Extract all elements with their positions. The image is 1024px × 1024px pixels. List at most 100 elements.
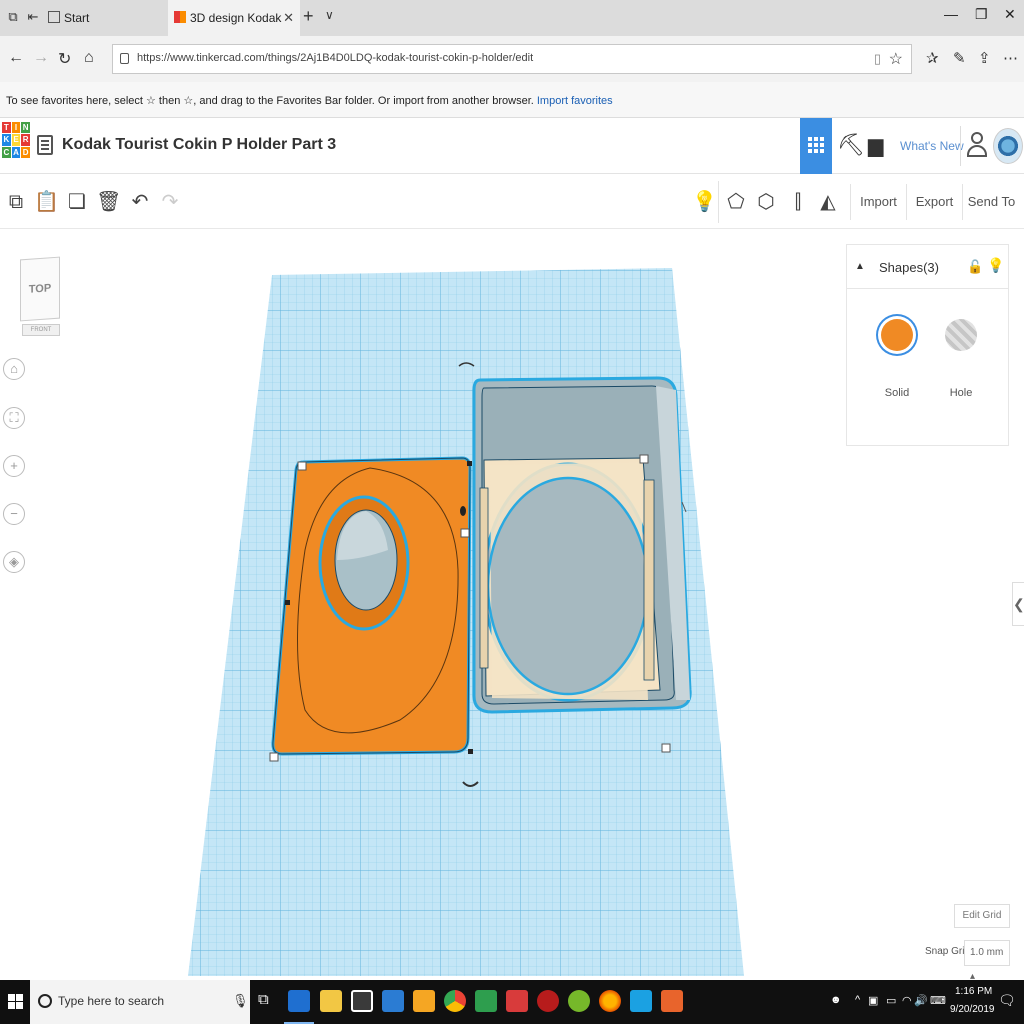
view-cube-front[interactable]: FRONT bbox=[22, 324, 60, 336]
send-to-button[interactable]: Send To bbox=[962, 184, 1020, 220]
delete-icon[interactable]: 🗑 bbox=[96, 188, 121, 216]
edit-grid-button[interactable]: Edit Grid bbox=[954, 904, 1010, 928]
ungroup-icon[interactable]: ⬡ bbox=[754, 188, 778, 216]
gray-box-shape[interactable] bbox=[472, 376, 692, 714]
tinkercad-logo[interactable]: T I N K E R C A D bbox=[2, 122, 30, 170]
perspective-icon[interactable]: ◈ bbox=[3, 551, 25, 573]
address-field[interactable]: https://www.tinkercad.com/things/2Aj1B4D… bbox=[112, 44, 912, 74]
copy-icon[interactable]: ⧉ bbox=[4, 188, 28, 216]
game-app-icon[interactable] bbox=[537, 990, 559, 1012]
resize-handle[interactable] bbox=[639, 454, 649, 464]
midpoint-handle[interactable] bbox=[467, 461, 472, 466]
windows-start-icon[interactable] bbox=[0, 980, 30, 1024]
duplicate-icon[interactable]: ❏ bbox=[65, 188, 89, 216]
more-menu-icon[interactable]: ⋯ bbox=[1003, 49, 1018, 67]
favorite-star-icon[interactable]: ☆ bbox=[889, 49, 903, 69]
midpoint-handle[interactable] bbox=[285, 600, 290, 605]
design-title[interactable]: Kodak Tourist Cokin P Holder Part 3 bbox=[62, 136, 336, 154]
design-menu-icon[interactable] bbox=[37, 135, 53, 155]
home-button[interactable]: ⌂ bbox=[84, 49, 94, 67]
redo-icon[interactable]: ↷ bbox=[158, 188, 182, 216]
favorites-icon[interactable]: ✰ bbox=[926, 49, 939, 67]
resize-handle[interactable] bbox=[661, 743, 671, 753]
restore-button[interactable]: ❐ bbox=[975, 6, 988, 23]
forward-button[interactable]: → bbox=[33, 49, 49, 67]
battery-icon[interactable]: ▭ bbox=[886, 994, 896, 1007]
avatar[interactable] bbox=[993, 128, 1023, 164]
keyboard-icon[interactable]: ⌨ bbox=[930, 994, 946, 1007]
firefox-icon[interactable] bbox=[599, 990, 621, 1012]
resize-handle[interactable] bbox=[269, 752, 279, 762]
tab-tinkercad[interactable]: 3D design Kodak Touris ✕ bbox=[168, 0, 300, 61]
file-explorer-icon[interactable] bbox=[320, 990, 342, 1012]
resize-handle[interactable] bbox=[297, 461, 307, 471]
outlook-icon[interactable] bbox=[382, 990, 404, 1012]
bricks-icon[interactable]: ▆ bbox=[868, 133, 883, 158]
clock-time[interactable]: 1:16 PM bbox=[955, 986, 992, 997]
cortana-icon[interactable] bbox=[38, 994, 52, 1008]
new-tab-button[interactable]: + bbox=[303, 6, 314, 27]
workplane-viewport[interactable]: TOP FRONT ⌂ ⛶ + − ◈ ▲ Shapes(3) 🔓 💡 Soli… bbox=[0, 230, 1024, 982]
set-aside-tabs-icon[interactable]: ⧉ bbox=[4, 8, 22, 26]
notes-pen-icon[interactable]: ✎ bbox=[953, 49, 966, 67]
height-handle[interactable] bbox=[460, 506, 466, 516]
align-icon[interactable]: ⫿ bbox=[786, 188, 810, 216]
chrome-icon[interactable] bbox=[444, 990, 466, 1012]
edge-icon[interactable] bbox=[288, 990, 310, 1012]
visibility-bulb-icon[interactable]: 💡 bbox=[987, 257, 1004, 274]
microphone-icon[interactable]: 🎙 bbox=[232, 993, 249, 1009]
taskbar-search-input[interactable]: Type here to search 🎙 bbox=[30, 980, 250, 1024]
store-icon[interactable] bbox=[351, 990, 373, 1012]
show-hidden-icons-chevron-icon[interactable]: ^ bbox=[855, 994, 860, 1006]
hole-swatch[interactable] bbox=[945, 319, 977, 351]
export-button[interactable]: Export bbox=[906, 184, 962, 220]
view-cube[interactable]: TOP FRONT bbox=[18, 256, 64, 340]
paste-icon[interactable]: 📋 bbox=[34, 188, 59, 216]
reading-view-icon[interactable]: ▯ bbox=[874, 51, 881, 67]
snap-grid-select[interactable]: 1.0 mm ▴ bbox=[964, 940, 1010, 982]
orange-lid-shape[interactable] bbox=[271, 456, 472, 756]
cortana-app-icon[interactable] bbox=[630, 990, 652, 1012]
midpoint-handle[interactable] bbox=[468, 749, 473, 754]
pdf-app-icon[interactable] bbox=[506, 990, 528, 1012]
tab-preview-chevron-icon[interactable]: ∨ bbox=[325, 8, 334, 22]
zoom-in-icon[interactable]: + bbox=[3, 455, 25, 477]
office-app-icon[interactable] bbox=[661, 990, 683, 1012]
nvidia-app-icon[interactable] bbox=[568, 990, 590, 1012]
show-tabs-aside-icon[interactable]: ⇤ bbox=[24, 8, 42, 26]
home-view-icon[interactable]: ⌂ bbox=[3, 358, 25, 380]
task-view-icon[interactable]: ⧉ bbox=[258, 991, 269, 1008]
minimize-button[interactable]: — bbox=[944, 6, 958, 22]
media-player-icon[interactable] bbox=[413, 990, 435, 1012]
sketch-app-icon[interactable] bbox=[475, 990, 497, 1012]
import-button[interactable]: Import bbox=[850, 184, 906, 220]
import-favorites-link[interactable]: Import favorites bbox=[537, 95, 613, 107]
refresh-button[interactable]: ↻ bbox=[58, 49, 71, 69]
fit-view-icon[interactable]: ⛶ bbox=[3, 407, 25, 429]
show-all-bulb-icon[interactable]: 💡 bbox=[692, 188, 717, 216]
3d-view-button[interactable] bbox=[800, 118, 832, 174]
tray-app-icon[interactable]: ▣ bbox=[868, 994, 878, 1007]
view-cube-top[interactable]: TOP bbox=[20, 256, 60, 322]
solid-color-swatch[interactable] bbox=[881, 319, 913, 351]
undo-icon[interactable]: ↶ bbox=[128, 188, 152, 216]
unlock-icon[interactable]: 🔓 bbox=[967, 259, 983, 275]
share-icon[interactable]: ⇪ bbox=[978, 49, 991, 67]
back-button[interactable]: ← bbox=[8, 49, 24, 67]
action-center-icon[interactable]: 🗨 bbox=[998, 992, 1016, 1009]
zoom-out-icon[interactable]: − bbox=[3, 503, 25, 525]
expand-panel-chevron-icon[interactable]: ❮ bbox=[1012, 582, 1024, 626]
whats-new-link[interactable]: What's New bbox=[900, 139, 964, 153]
group-icon[interactable]: ⬠ bbox=[724, 188, 748, 216]
mirror-icon[interactable]: ◭ bbox=[816, 188, 840, 216]
pickaxe-icon[interactable]: ⛏ bbox=[837, 132, 865, 158]
wifi-icon[interactable]: ◠ bbox=[902, 994, 912, 1007]
tab-close-icon[interactable]: ✕ bbox=[283, 0, 294, 36]
volume-icon[interactable]: 🔊 bbox=[914, 994, 928, 1007]
collapse-triangle-icon[interactable]: ▲ bbox=[855, 261, 865, 272]
add-user-icon[interactable] bbox=[966, 132, 990, 160]
close-window-button[interactable]: ✕ bbox=[1004, 6, 1016, 23]
resize-handle[interactable] bbox=[460, 528, 470, 538]
tab-start[interactable]: Start bbox=[42, 0, 168, 36]
clock-date[interactable]: 9/20/2019 bbox=[950, 1004, 995, 1015]
